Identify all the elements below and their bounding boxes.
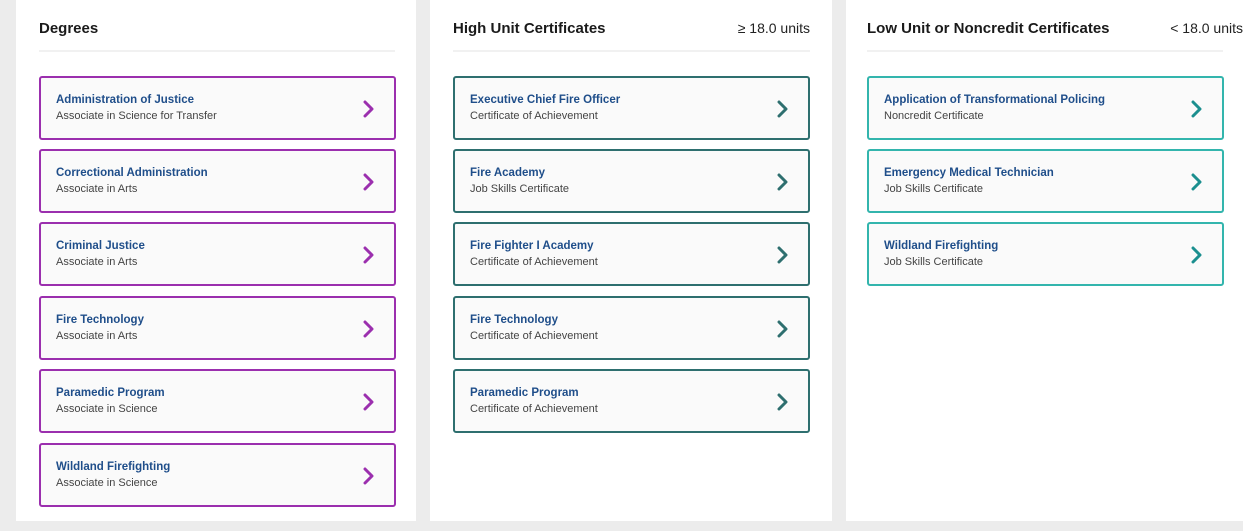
chevron-right-icon	[776, 100, 790, 118]
low-unit-header: Low Unit or Noncredit Certificates < 18.…	[867, 18, 1243, 38]
low-unit-divider	[867, 50, 1223, 52]
card-subtitle: Certificate of Achievement	[470, 256, 598, 268]
degree-card-administration-of-justice[interactable]: Administration of Justice Associate in S…	[39, 76, 396, 140]
card-subtitle: Associate in Science	[56, 477, 158, 489]
card-subtitle: Job Skills Certificate	[470, 183, 570, 195]
card-title: Correctional Administration	[56, 167, 208, 179]
card-title: Paramedic Program	[56, 387, 165, 399]
degree-card-criminal-justice[interactable]: Criminal Justice Associate in Arts	[39, 222, 396, 286]
card-subtitle: Certificate of Achievement	[470, 110, 598, 122]
degree-card-fire-technology[interactable]: Fire Technology Associate in Arts	[39, 296, 396, 360]
high-cert-card-paramedic-program[interactable]: Paramedic Program Certificate of Achieve…	[453, 369, 810, 433]
low-cert-card-application-of-transformational-policing[interactable]: Application of Transformational Policing…	[867, 76, 1224, 140]
card-subtitle: Associate in Science for Transfer	[56, 110, 217, 122]
degree-card-correctional-administration[interactable]: Correctional Administration Associate in…	[39, 149, 396, 213]
chevron-right-icon	[1190, 100, 1204, 118]
card-subtitle: Certificate of Achievement	[470, 403, 598, 415]
programs-page: Degrees Administration of Justice Associ…	[0, 0, 1243, 531]
chevron-right-icon	[776, 246, 790, 264]
high-cert-card-executive-chief-fire-officer[interactable]: Executive Chief Fire Officer Certificate…	[453, 76, 810, 140]
degrees-panel: Degrees Administration of Justice Associ…	[16, 0, 416, 521]
high-unit-header: High Unit Certificates ≥ 18.0 units	[453, 18, 810, 38]
chevron-right-icon	[362, 320, 376, 338]
chevron-right-icon	[362, 246, 376, 264]
high-unit-divider	[453, 50, 810, 52]
low-unit-title: Low Unit or Noncredit Certificates	[867, 19, 1110, 37]
card-subtitle: Associate in Arts	[56, 256, 138, 268]
card-title: Fire Technology	[56, 314, 144, 326]
chevron-right-icon	[776, 320, 790, 338]
degrees-divider	[39, 50, 395, 52]
high-unit-units-label: ≥ 18.0 units	[737, 20, 810, 36]
card-title: Criminal Justice	[56, 240, 145, 252]
card-title: Executive Chief Fire Officer	[470, 94, 621, 106]
card-title: Wildland Firefighting	[884, 240, 999, 252]
chevron-right-icon	[362, 393, 376, 411]
card-title: Wildland Firefighting	[56, 461, 171, 473]
low-cert-card-emergency-medical-technician[interactable]: Emergency Medical Technician Job Skills …	[867, 149, 1224, 213]
chevron-right-icon	[776, 173, 790, 191]
low-cert-card-wildland-firefighting[interactable]: Wildland Firefighting Job Skills Certifi…	[867, 222, 1224, 286]
card-title: Fire Academy	[470, 167, 545, 179]
card-subtitle: Certificate of Achievement	[470, 330, 598, 342]
chevron-right-icon	[362, 173, 376, 191]
high-cert-card-fire-fighter-i-academy[interactable]: Fire Fighter I Academy Certificate of Ac…	[453, 222, 810, 286]
high-unit-panel: High Unit Certificates ≥ 18.0 units Exec…	[430, 0, 832, 521]
degree-card-wildland-firefighting[interactable]: Wildland Firefighting Associate in Scien…	[39, 443, 396, 507]
card-title: Paramedic Program	[470, 387, 579, 399]
high-cert-card-fire-technology[interactable]: Fire Technology Certificate of Achieveme…	[453, 296, 810, 360]
degrees-title: Degrees	[39, 19, 99, 37]
chevron-right-icon	[362, 467, 376, 485]
degree-card-paramedic-program[interactable]: Paramedic Program Associate in Science	[39, 369, 396, 433]
chevron-right-icon	[1190, 246, 1204, 264]
high-cert-card-fire-academy[interactable]: Fire Academy Job Skills Certificate	[453, 149, 810, 213]
low-unit-panel: Low Unit or Noncredit Certificates < 18.…	[846, 0, 1243, 521]
card-title: Application of Transformational Policing	[884, 94, 1106, 106]
card-subtitle: Noncredit Certificate	[884, 110, 984, 122]
card-title: Fire Technology	[470, 314, 558, 326]
card-subtitle: Associate in Arts	[56, 330, 138, 342]
card-title: Fire Fighter I Academy	[470, 240, 594, 252]
high-unit-title: High Unit Certificates	[453, 19, 606, 37]
card-subtitle: Job Skills Certificate	[884, 183, 984, 195]
card-subtitle: Job Skills Certificate	[884, 256, 984, 268]
chevron-right-icon	[362, 100, 376, 118]
chevron-right-icon	[776, 393, 790, 411]
card-subtitle: Associate in Arts	[56, 183, 138, 195]
low-unit-units-label: < 18.0 units	[1170, 20, 1243, 36]
degrees-header: Degrees	[39, 18, 395, 38]
card-subtitle: Associate in Science	[56, 403, 158, 415]
card-title: Emergency Medical Technician	[884, 167, 1054, 179]
chevron-right-icon	[1190, 173, 1204, 191]
card-title: Administration of Justice	[56, 94, 195, 106]
